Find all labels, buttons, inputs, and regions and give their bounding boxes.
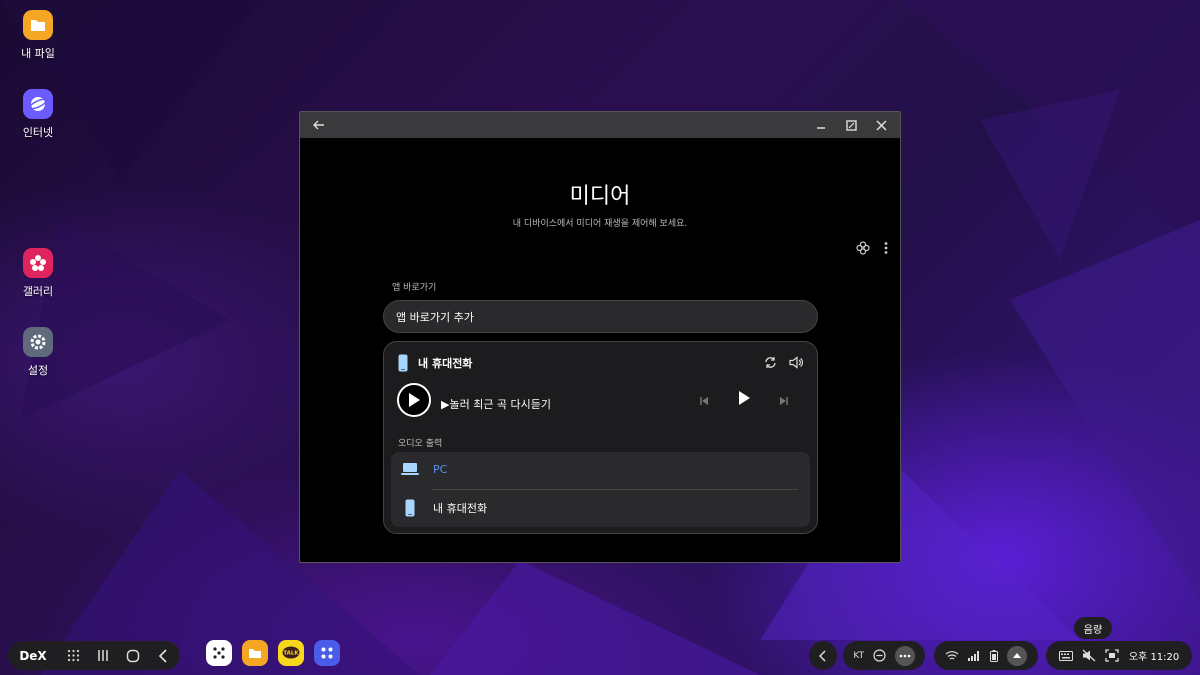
desktop-icon-label: 인터넷 — [22, 126, 54, 139]
track-title: ▶놀러 최근 곡 다시듣기 — [441, 398, 552, 411]
svg-text:TALK: TALK — [283, 651, 299, 657]
chevron-left-icon — [819, 649, 826, 662]
desktop-icon-my-files[interactable]: 내 파일 — [8, 10, 68, 61]
minimize-button[interactable] — [810, 114, 832, 136]
recents-button[interactable] — [88, 649, 118, 662]
system-status[interactable] — [934, 641, 1038, 670]
apps-grid-icon — [67, 649, 79, 662]
internet-icon — [23, 89, 53, 119]
back-icon — [158, 648, 167, 663]
gear-icon — [23, 327, 53, 357]
skip-next-icon — [780, 396, 788, 405]
clock[interactable]: 오후 11:20 — [1129, 648, 1179, 663]
sync-icon — [765, 357, 776, 368]
desktop-icon-label: 내 파일 — [21, 47, 55, 60]
page-title: 미디어 — [569, 184, 631, 209]
divider — [431, 489, 798, 490]
collapse-tray-button[interactable] — [809, 641, 837, 670]
page-subtitle: 내 디바이스에서 미디어 재생을 제어해 보세요. — [512, 219, 688, 229]
previous-button[interactable] — [699, 391, 709, 410]
apps-button[interactable] — [58, 649, 88, 662]
output-option-pc[interactable]: PC — [401, 462, 447, 476]
more-options-button[interactable] — [884, 240, 888, 259]
desktop-icon-label: 설정 — [27, 364, 49, 377]
audio-output-label: 오디오 출력 — [398, 439, 443, 449]
home-icon — [126, 649, 140, 662]
wifi-icon — [945, 651, 959, 660]
album-play-button[interactable] — [397, 383, 431, 417]
phone-icon — [398, 354, 408, 372]
home-button[interactable] — [118, 649, 148, 663]
folder-icon — [249, 649, 261, 658]
more-notifications-button[interactable] — [894, 645, 915, 666]
talk-icon: TALK — [282, 646, 300, 659]
shortcut-settings-button[interactable] — [856, 240, 870, 259]
more-horizontal-icon — [899, 654, 910, 657]
do-not-disturb-icon — [873, 649, 886, 662]
status-notifications: KT — [843, 641, 925, 670]
minimize-icon — [817, 127, 825, 129]
maximize-icon — [845, 119, 857, 131]
taskbar-app-my-files[interactable] — [242, 640, 268, 666]
audio-output-list: PC 내 휴대전화 — [391, 452, 810, 527]
laptop-icon — [401, 463, 419, 475]
screenshot-icon[interactable] — [1105, 649, 1120, 662]
shortcut-section-label: 앱 바로가기 — [392, 283, 437, 293]
output-option-label: PC — [433, 462, 448, 476]
add-shortcut-label: 앱 바로가기 추가 — [396, 310, 474, 324]
desktop-icon-settings[interactable]: 설정 — [8, 327, 68, 378]
close-button[interactable] — [870, 114, 892, 136]
taskbar-nav: DeX — [8, 641, 180, 670]
dots-app-icon — [213, 647, 225, 659]
output-option-phone[interactable]: 내 휴대전화 — [401, 499, 487, 517]
desktop-icon-internet[interactable]: 인터넷 — [8, 89, 68, 140]
close-icon — [875, 119, 887, 131]
next-button[interactable] — [779, 391, 789, 410]
carrier-label: KT — [853, 650, 865, 661]
back-nav-button[interactable] — [148, 648, 178, 663]
volume-button[interactable] — [789, 354, 803, 373]
media-player-card: 내 휴대전화 ▶놀러 최근 곡 다시듣기 오디오 출력 PC 내 휴대전화 — [383, 341, 818, 534]
back-arrow-icon — [313, 120, 324, 130]
phone-icon — [405, 499, 415, 517]
player-device-name: 내 휴대전화 — [418, 357, 473, 370]
volume-tooltip: 음량 — [1074, 617, 1112, 639]
taskbar-app-kakaotalk[interactable]: TALK — [278, 640, 304, 666]
desktop-icon-label: 갤러리 — [22, 285, 54, 298]
taskbar-app-dots[interactable] — [206, 640, 232, 666]
more-vertical-icon — [884, 242, 888, 254]
volume-icon — [789, 356, 803, 369]
play-button[interactable] — [737, 390, 751, 410]
volume-mute-icon[interactable] — [1082, 649, 1096, 662]
media-window: 미디어 내 디바이스에서 미디어 재생을 제어해 보세요. 앱 바로가기 앱 바… — [299, 111, 901, 563]
battery-icon — [989, 649, 998, 662]
recents-icon — [98, 650, 108, 661]
desktop-icon-gallery[interactable]: 갤러리 — [8, 248, 68, 299]
open-app-button[interactable] — [764, 354, 777, 373]
taskbar-app-bixby[interactable] — [314, 640, 340, 666]
pinwheel-icon — [856, 241, 870, 255]
quick-panel-button[interactable] — [1007, 645, 1028, 666]
flower-icon — [23, 248, 53, 278]
apps-cluster-icon — [321, 647, 333, 659]
triangle-up-icon — [1013, 653, 1022, 658]
back-button[interactable] — [308, 114, 330, 136]
play-icon — [409, 393, 420, 407]
add-shortcut-button[interactable]: 앱 바로가기 추가 — [383, 300, 818, 333]
skip-previous-icon — [700, 396, 708, 405]
play-icon — [739, 391, 750, 405]
folder-icon — [23, 10, 53, 40]
window-titlebar[interactable] — [300, 112, 900, 138]
dex-button[interactable]: DeX — [8, 649, 58, 663]
system-tray: 오후 11:20 — [1046, 641, 1192, 670]
signal-icon — [968, 650, 980, 661]
keyboard-icon[interactable] — [1058, 650, 1073, 661]
output-option-label: 내 휴대전화 — [433, 502, 488, 515]
maximize-button[interactable] — [840, 114, 862, 136]
